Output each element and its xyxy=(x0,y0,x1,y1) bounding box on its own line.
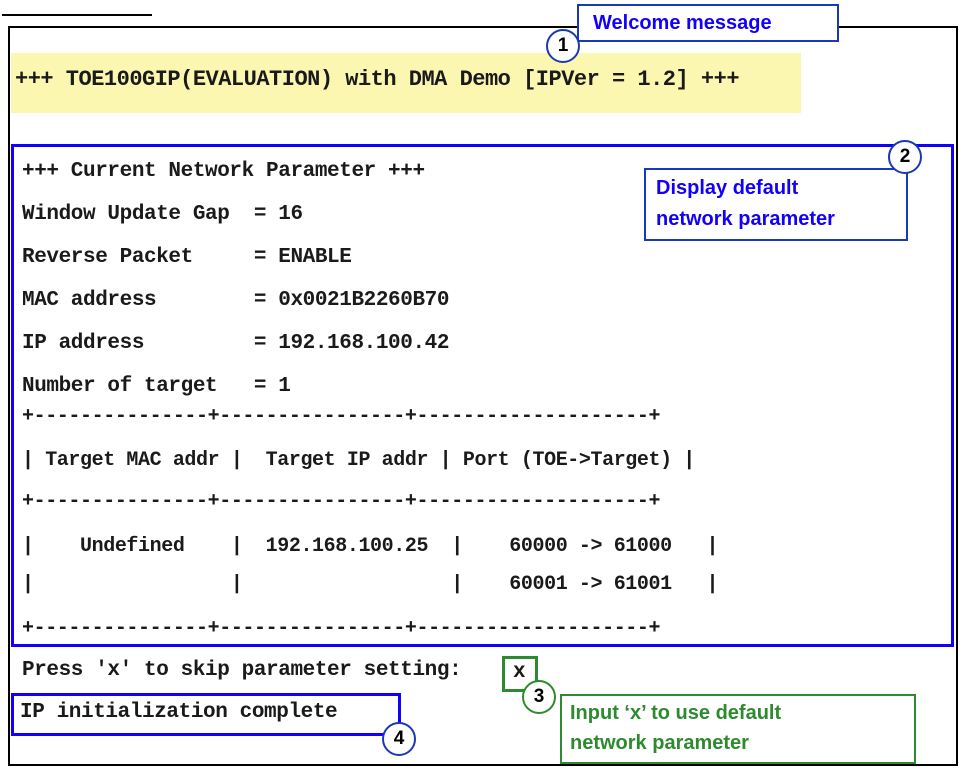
callout-network-box: Display default network parameter xyxy=(644,168,908,241)
table-row-2: | | | 60001 -> 61001 | xyxy=(22,573,719,596)
skip-input-value: x xyxy=(513,661,526,684)
callout-input-label-2: network parameter xyxy=(570,732,749,754)
number-of-target: Number of target = 1 xyxy=(22,375,291,398)
table-header-row: | Target MAC addr | Target IP addr | Por… xyxy=(22,449,695,472)
table-border-mid: +---------------+----------------+------… xyxy=(22,490,661,513)
ip-address: IP address = 192.168.100.42 xyxy=(22,332,450,355)
callout-network-label-1: Display default xyxy=(656,177,799,199)
callout-number-2: 2 xyxy=(888,140,922,174)
callout-number-1: 1 xyxy=(546,29,580,63)
callout-input-label-1: Input ‘x’ to use default xyxy=(570,702,782,724)
callout-number-3: 3 xyxy=(522,680,556,714)
status-message: IP initialization complete xyxy=(20,701,338,724)
skip-prompt: Press 'x' to skip parameter setting: xyxy=(22,659,462,682)
callout-input-box: Input ‘x’ to use default network paramet… xyxy=(560,694,916,764)
table-border-bottom: +---------------+----------------+------… xyxy=(22,617,661,640)
callout-welcome-label: Welcome message xyxy=(593,12,772,34)
callout-number-4: 4 xyxy=(382,722,416,756)
callout-network-label-2: network parameter xyxy=(656,208,835,230)
window-update-gap: Window Update Gap = 16 xyxy=(22,203,303,226)
table-row-1: | Undefined | 192.168.100.25 | 60000 -> … xyxy=(22,535,719,558)
mac-address: MAC address = 0x0021B2260B70 xyxy=(22,289,450,312)
callout-welcome-box: Welcome message xyxy=(577,4,839,42)
welcome-message: +++ TOE100GIP(EVALUATION) with DMA Demo … xyxy=(15,67,740,92)
table-border-top: +---------------+----------------+------… xyxy=(22,405,661,428)
reverse-packet: Reverse Packet = ENABLE xyxy=(22,246,352,269)
header-rule xyxy=(2,14,152,16)
network-header: +++ Current Network Parameter +++ xyxy=(22,160,425,183)
